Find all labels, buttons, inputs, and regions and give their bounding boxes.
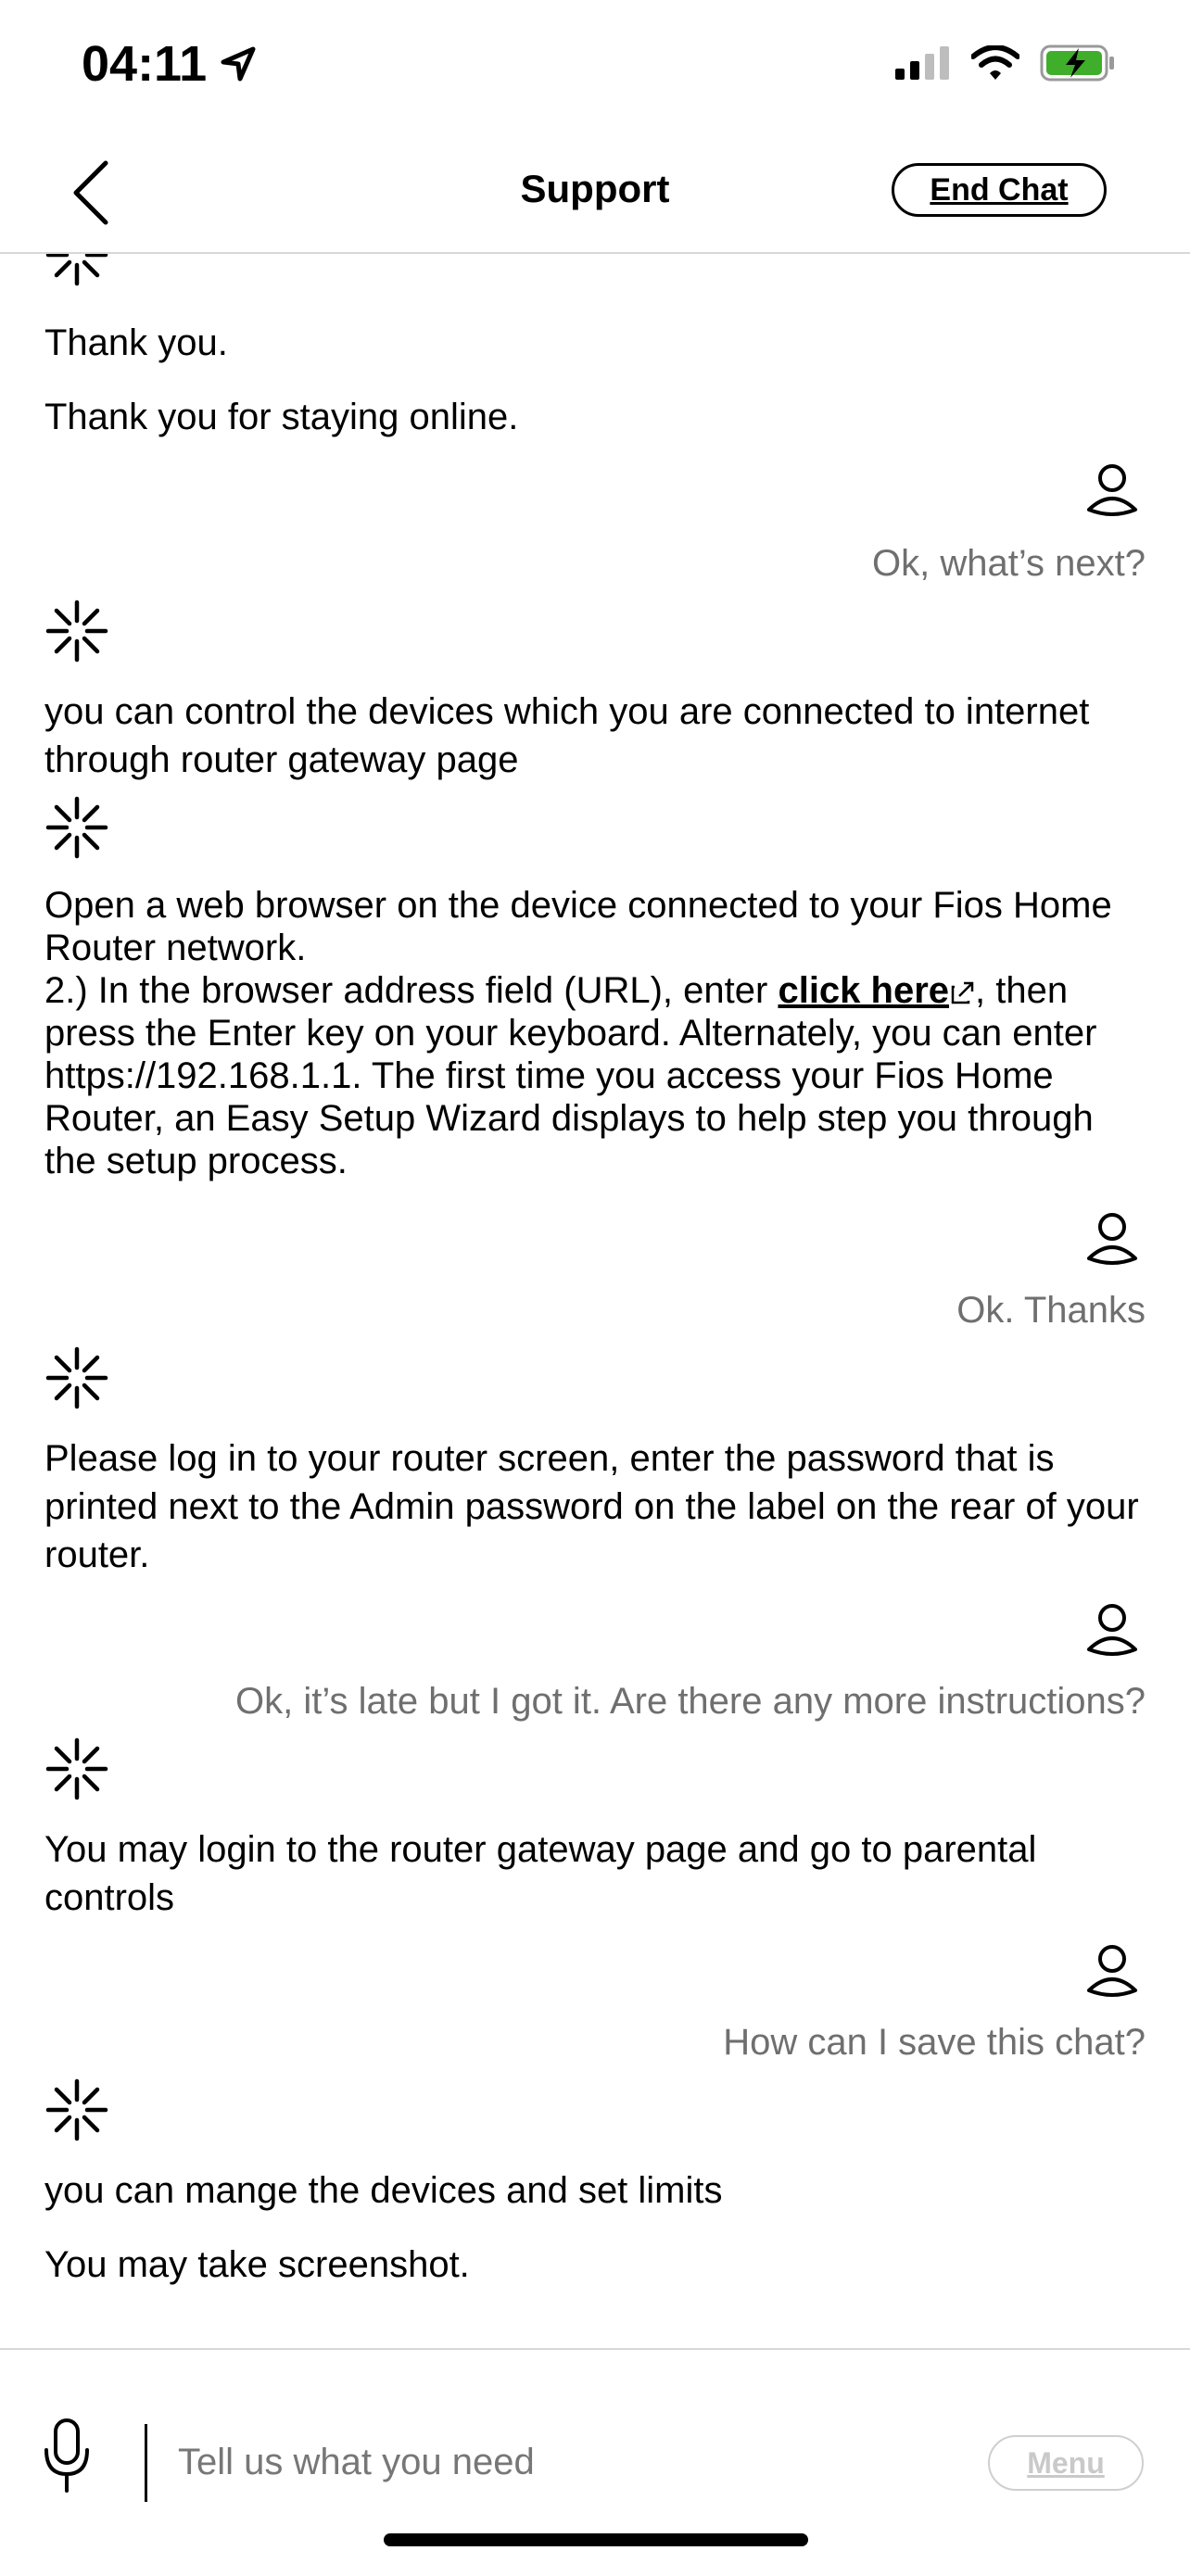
status-time: 04:11 xyxy=(82,36,208,92)
agent-message: Thank you for staying online. xyxy=(44,397,519,437)
message-input[interactable] xyxy=(176,2433,921,2491)
agent-avatar-icon xyxy=(45,600,108,663)
user-avatar-icon xyxy=(1087,1945,1137,1997)
input-cursor xyxy=(145,2424,147,2502)
end-chat-button[interactable]: End Chat xyxy=(892,163,1107,217)
wifi-icon xyxy=(971,45,1019,80)
user-message: Ok, what’s next? xyxy=(872,543,1146,584)
user-avatar-icon xyxy=(1087,464,1137,516)
microphone-button[interactable] xyxy=(41,2417,93,2494)
user-avatar-icon xyxy=(1087,1604,1137,1656)
location-arrow-icon xyxy=(221,46,256,82)
menu-button[interactable]: Menu xyxy=(988,2435,1144,2491)
cellular-signal-icon xyxy=(895,46,949,80)
chat-transcript[interactable]: Thank you. Thank you for staying online.… xyxy=(0,254,1190,2348)
home-indicator[interactable] xyxy=(384,2533,808,2546)
agent-avatar-icon xyxy=(45,254,108,286)
battery-charging-icon xyxy=(1040,44,1114,82)
agent-message: You may take screenshot. xyxy=(44,2244,470,2285)
message-text: Open a web browser on the device connect… xyxy=(44,885,1112,968)
status-bar: 04:11 xyxy=(0,0,1190,130)
agent-avatar-icon xyxy=(45,1346,108,1409)
user-message: Ok, it’s late but I got it. Are there an… xyxy=(235,1681,1146,1722)
agent-message: You may login to the router gateway page… xyxy=(44,1829,1037,1918)
external-link-icon xyxy=(951,981,974,1004)
agent-avatar-icon xyxy=(45,2078,108,2141)
message-text: 2.) In the browser address field (URL), … xyxy=(44,970,779,1011)
agent-message: Thank you. xyxy=(44,322,228,363)
agent-message: you can control the devices which you ar… xyxy=(44,691,1090,780)
agent-message: you can mange the devices and set limits xyxy=(44,2170,723,2211)
agent-avatar-icon xyxy=(45,796,108,859)
user-message: How can I save this chat? xyxy=(723,2022,1146,2063)
agent-avatar-icon xyxy=(45,1737,108,1800)
agent-message: Please log in to your router screen, ent… xyxy=(44,1438,1139,1575)
microphone-icon xyxy=(44,2418,89,2493)
user-avatar-icon xyxy=(1087,1213,1137,1265)
click-here-link[interactable]: click here xyxy=(778,970,975,1011)
agent-message: Open a web browser on the device connect… xyxy=(44,884,1147,1182)
user-message: Ok. Thanks xyxy=(956,1290,1146,1331)
header: Support End Chat xyxy=(0,130,1190,254)
